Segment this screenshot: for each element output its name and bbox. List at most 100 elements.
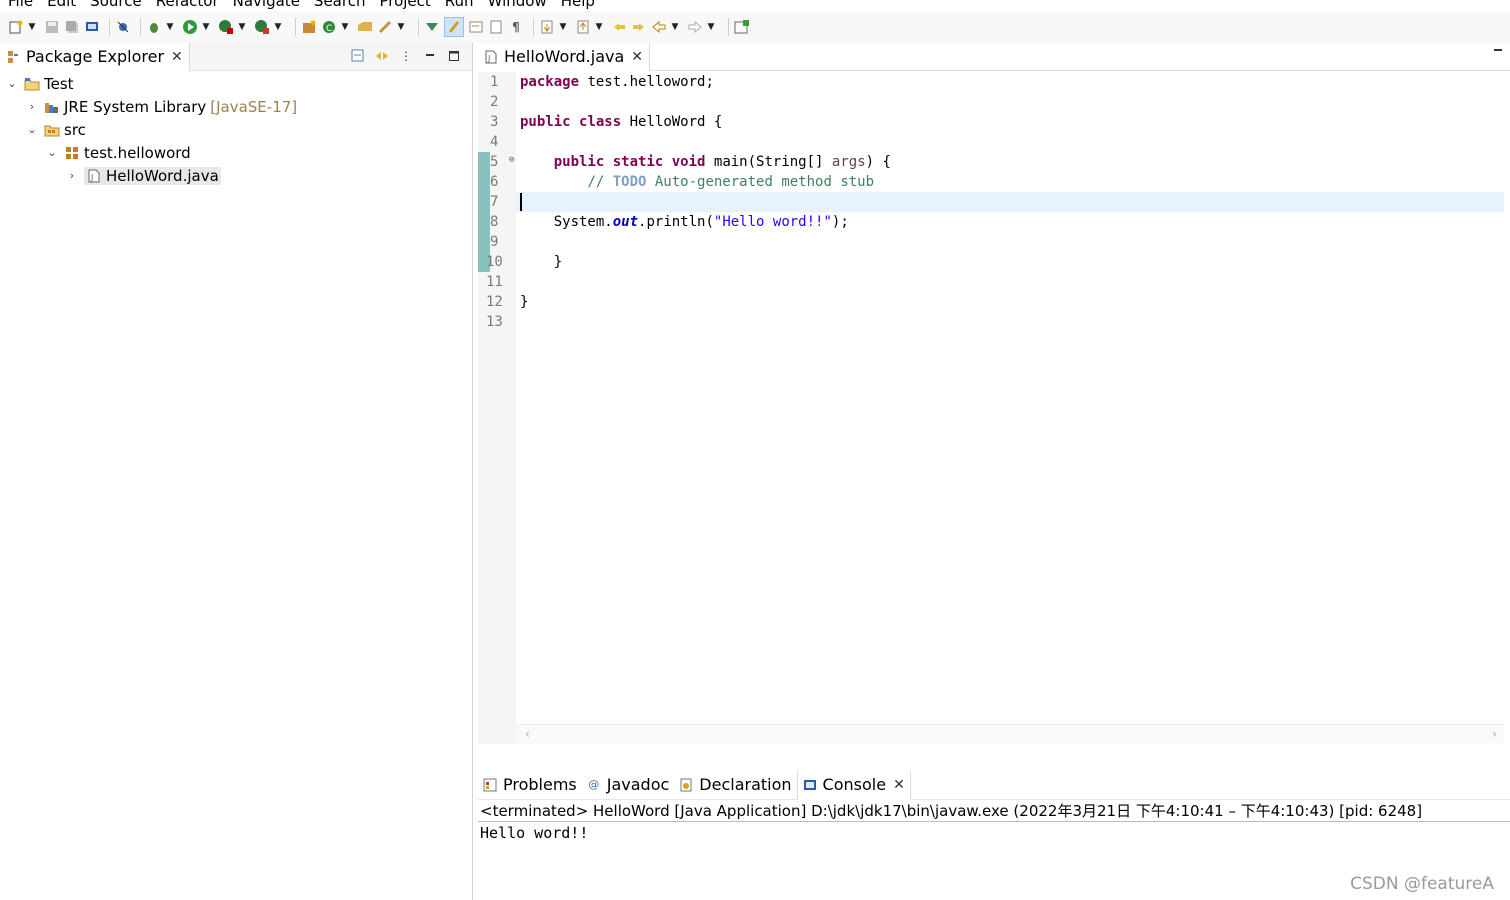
- svg-text:J: J: [90, 173, 93, 182]
- skip-breakpoints-icon[interactable]: [115, 19, 131, 35]
- keyword: package: [520, 74, 580, 90]
- next-annotation-icon[interactable]: [539, 19, 555, 35]
- coverage-icon[interactable]: [218, 19, 234, 35]
- back-icon[interactable]: [651, 19, 667, 35]
- scroll-right-icon[interactable]: ›: [1491, 727, 1498, 741]
- next-annotation-dropdown-icon[interactable]: ▼: [559, 19, 567, 35]
- open-type-icon[interactable]: [357, 19, 373, 35]
- code-area[interactable]: ⊖ 1 2 3 4 5 6 7 8 9 10 11 12 13 package …: [478, 72, 1510, 744]
- previous-annotation-dropdown-icon[interactable]: ▼: [595, 19, 603, 35]
- open-perspective-icon[interactable]: [734, 19, 750, 35]
- forward-icon[interactable]: [687, 19, 703, 35]
- search-dropdown-icon[interactable]: ▼: [397, 19, 405, 35]
- console-status-line: <terminated> HelloWord [Java Application…: [478, 800, 1510, 822]
- new-class-dropdown-icon[interactable]: ▼: [341, 19, 349, 35]
- keyword: public: [553, 154, 605, 170]
- show-whitespace-icon[interactable]: ¶: [508, 19, 524, 35]
- todo-tag: TODO: [612, 174, 647, 190]
- line-number: 11: [486, 274, 503, 290]
- search-icon[interactable]: [377, 19, 393, 35]
- console-output[interactable]: Hello word!!: [478, 822, 1510, 844]
- menu-help[interactable]: Help: [554, 0, 602, 11]
- tree-item-package[interactable]: ⌄ test.helloword: [0, 141, 472, 164]
- chevron-right-icon[interactable]: ›: [26, 100, 38, 113]
- tab-hello-word-java[interactable]: J HelloWord.java ✕: [478, 42, 651, 71]
- menu-window[interactable]: Window: [481, 0, 554, 11]
- last-edit-location-icon[interactable]: [611, 19, 627, 35]
- menu-search[interactable]: Search: [307, 0, 373, 11]
- minimize-icon[interactable]: [422, 47, 438, 65]
- coverage-dropdown-icon[interactable]: ▼: [238, 19, 246, 35]
- new-dropdown-icon[interactable]: ▼: [28, 19, 36, 35]
- toggle-breadcrumb-icon[interactable]: [424, 19, 440, 35]
- view-menu-icon[interactable]: ⋮: [398, 47, 414, 65]
- chevron-down-icon[interactable]: ⌄: [26, 123, 38, 136]
- problems-icon: [483, 778, 497, 792]
- code-line: package test.helloword;: [520, 72, 714, 92]
- tab-javadoc[interactable]: @ Javadoc: [582, 770, 675, 800]
- menu-file[interactable]: File: [0, 0, 40, 11]
- minimize-icon[interactable]: [1492, 45, 1504, 59]
- external-tools-icon[interactable]: [254, 19, 270, 35]
- menu-bar: File Edit Source Refactor Navigate Searc…: [0, 0, 1510, 11]
- collapse-all-icon[interactable]: [350, 47, 366, 65]
- external-tools-dropdown-icon[interactable]: ▼: [274, 19, 282, 35]
- new-icon[interactable]: [8, 19, 24, 35]
- line-number: 10: [486, 254, 503, 270]
- tab-problems[interactable]: Problems: [478, 770, 582, 800]
- tree-item-project[interactable]: ⌄ Test: [0, 72, 472, 95]
- line-number: 3: [490, 114, 499, 130]
- line-number: 8: [490, 214, 499, 230]
- tree-item-file[interactable]: › J HelloWord.java: [0, 164, 472, 187]
- last-edit-forward-icon[interactable]: [631, 19, 647, 35]
- word-wrap-icon[interactable]: [488, 19, 504, 35]
- selected-file[interactable]: J HelloWord.java: [84, 166, 221, 185]
- maximize-icon[interactable]: [446, 47, 462, 65]
- debug-dropdown-icon[interactable]: ▼: [166, 19, 174, 35]
- run-icon[interactable]: [182, 19, 198, 35]
- previous-annotation-icon[interactable]: [575, 19, 591, 35]
- link-with-editor-icon[interactable]: [374, 47, 390, 65]
- line-number: 13: [486, 314, 503, 330]
- tab-declaration[interactable]: Declaration: [674, 770, 796, 800]
- close-icon[interactable]: ✕: [893, 777, 905, 793]
- menu-project[interactable]: Project: [372, 0, 437, 11]
- new-java-project-icon[interactable]: [301, 19, 317, 35]
- tab-package-explorer[interactable]: Package Explorer ✕: [0, 42, 190, 71]
- code-line: }: [520, 252, 562, 272]
- close-icon[interactable]: ✕: [631, 49, 643, 65]
- code-text: }: [520, 294, 529, 310]
- tab-label: Declaration: [699, 775, 792, 794]
- chevron-down-icon[interactable]: ⌄: [6, 77, 18, 90]
- menu-source[interactable]: Source: [83, 0, 149, 11]
- menu-edit[interactable]: Edit: [40, 0, 83, 11]
- run-dropdown-icon[interactable]: ▼: [202, 19, 210, 35]
- block-selection-icon[interactable]: [468, 19, 484, 35]
- code-text: }: [553, 254, 563, 270]
- save-all-icon[interactable]: [64, 19, 80, 35]
- debug-icon[interactable]: [146, 19, 162, 35]
- chevron-down-icon[interactable]: ⌄: [46, 146, 58, 159]
- save-icon[interactable]: [44, 19, 60, 35]
- tree-item-jre[interactable]: › JRE System Library [JavaSE-17]: [0, 95, 472, 118]
- scroll-left-icon[interactable]: ‹: [524, 727, 531, 741]
- chevron-right-icon[interactable]: ›: [66, 169, 78, 182]
- parameter: args: [831, 154, 866, 170]
- menu-run[interactable]: Run: [438, 0, 481, 11]
- code-text: main(String[]: [705, 154, 832, 170]
- code-line: }: [520, 292, 528, 312]
- tab-console[interactable]: Console ✕: [796, 769, 911, 800]
- menu-refactor[interactable]: Refactor: [149, 0, 226, 11]
- tree-item-src[interactable]: ⌄ src: [0, 118, 472, 141]
- new-class-icon[interactable]: C: [321, 19, 337, 35]
- jre-version-label: [JavaSE-17]: [210, 97, 298, 116]
- static-field: out: [612, 214, 639, 230]
- horizontal-scrollbar[interactable]: ‹ ›: [516, 724, 1504, 744]
- mark-occurrences-icon[interactable]: [444, 17, 464, 37]
- forward-dropdown-icon[interactable]: ▼: [707, 19, 715, 35]
- menu-navigate[interactable]: Navigate: [226, 0, 307, 11]
- close-icon[interactable]: ✕: [171, 49, 183, 65]
- terminal-icon[interactable]: [84, 19, 100, 35]
- current-line-highlight: [516, 192, 1504, 212]
- back-dropdown-icon[interactable]: ▼: [671, 19, 679, 35]
